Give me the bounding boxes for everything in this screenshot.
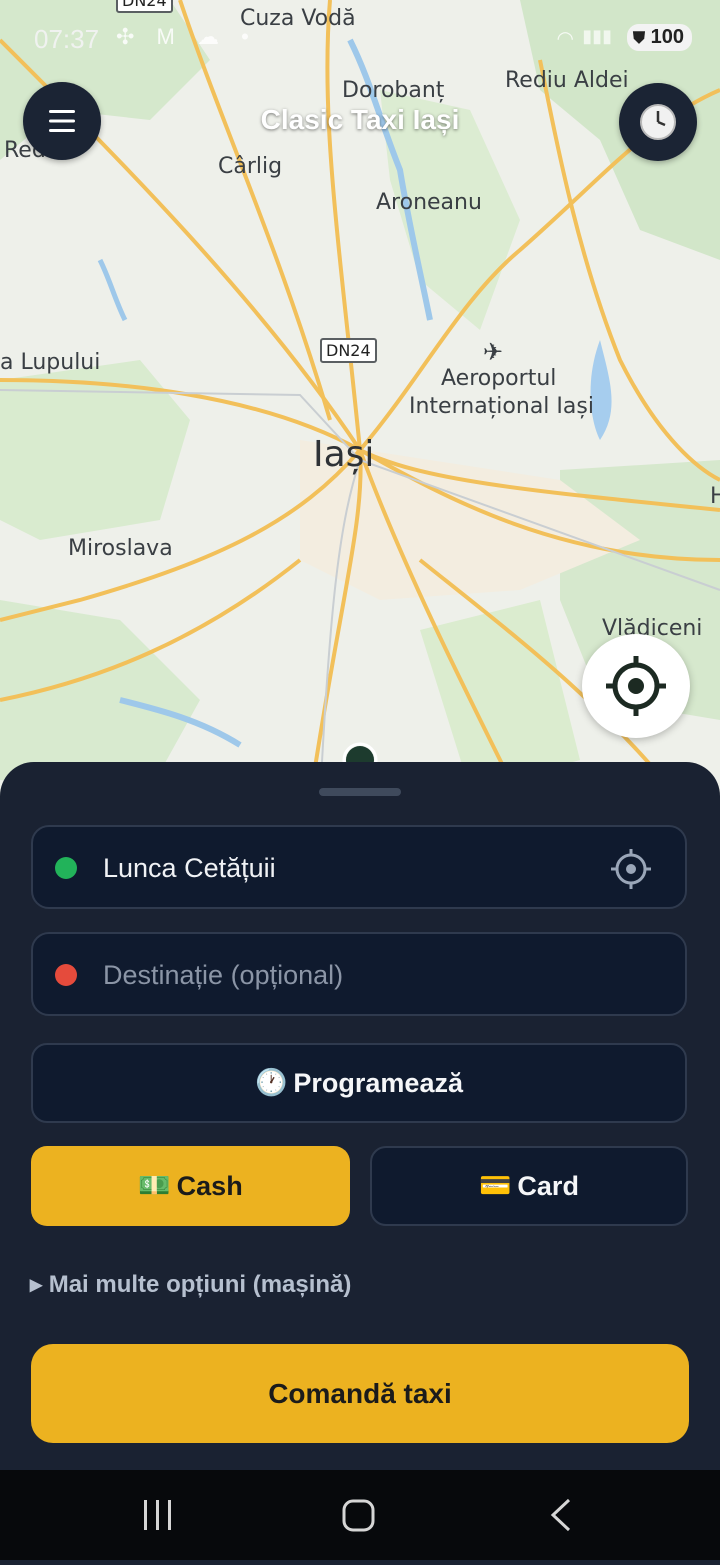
cash-icon: 💵 [138,1171,171,1201]
status-time: 07:37 [34,24,100,54]
map-label: H [710,484,720,509]
battery-indicator: ⛊ 100 [627,24,692,51]
battery-level: 100 [650,26,684,48]
shield-icon: ⛊ [633,30,646,47]
sheet-drag-handle[interactable] [319,788,401,796]
more-options-toggle[interactable]: ▸ Mai multe opțiuni (mașină) [30,1270,351,1299]
map-label-city: Iași [313,434,375,475]
order-taxi-label: Comandă taxi [268,1377,452,1409]
pickup-field[interactable]: Lunca Cetățuii [31,825,687,909]
history-button[interactable] [619,83,697,161]
schedule-label: Programează [293,1067,463,1098]
map-label: Cârlig [218,154,283,179]
home-icon[interactable] [342,1499,375,1532]
signal-icon: ▮▮▮ [582,26,612,46]
wifi-icon: ◠ [556,28,574,50]
svg-text:✈: ✈ [483,338,503,366]
map-label: Miroslava [68,536,173,561]
destination-placeholder: Destinație (opțional) [103,960,344,990]
pickup-dot [55,857,77,879]
clock-icon: 🕐 [255,1068,288,1098]
hamburger-icon [49,110,75,132]
app-title: Clasic Taxi Iași [260,104,460,135]
crosshair-icon [606,656,666,716]
locate-me-button[interactable] [582,634,690,738]
pickup-value: Lunca Cetățuii [103,853,276,883]
destination-dot [55,964,77,986]
menu-button[interactable] [23,82,101,160]
map-label: Internațional Iași [409,394,594,419]
schedule-button[interactable]: 🕐 Programează [31,1043,687,1123]
cash-label: Cash [176,1170,243,1201]
map-label: Aroneanu [376,190,482,215]
destination-field[interactable]: Destinație (opțional) [31,932,687,1016]
order-taxi-button[interactable]: Comandă taxi [31,1344,689,1443]
clock-icon [640,104,676,140]
locate-pickup-icon[interactable] [609,847,653,891]
road-shield: DN24 [320,338,377,363]
card-label: Card [517,1170,579,1201]
back-icon[interactable] [550,1498,571,1532]
payment-cash-button[interactable]: 💵 Cash [31,1146,350,1226]
status-bar: 07:37 ✣ M ☁ • ◠ ▮▮▮ ⛊ 100 [0,0,720,76]
card-icon: 💳 [479,1171,512,1201]
map-label: Aeroportul [441,366,557,391]
notification-icons: ✣ M ☁ • [116,24,257,49]
map-label: a Lupului [0,350,101,375]
booking-sheet: Lunca Cetățuii Destinație (opțional) 🕐 P… [0,762,720,1470]
payment-card-button[interactable]: 💳 Card [370,1146,688,1226]
nav-buttons [144,1498,571,1532]
recent-apps-icon[interactable] [144,1500,171,1530]
system-nav-bar [0,1470,720,1560]
map-label: Dorobanț [342,78,445,103]
